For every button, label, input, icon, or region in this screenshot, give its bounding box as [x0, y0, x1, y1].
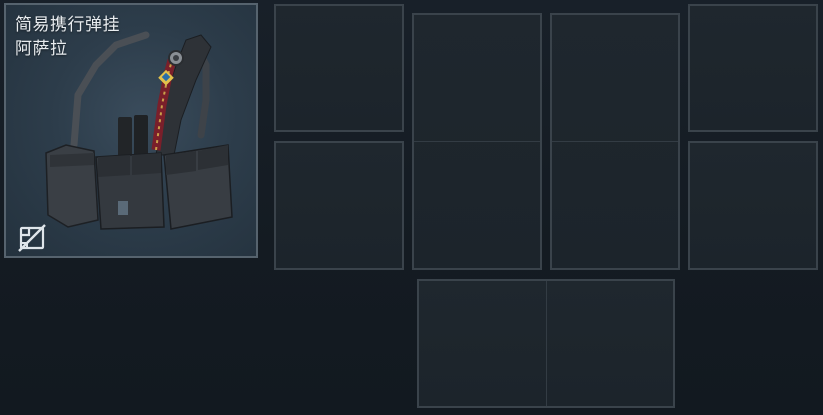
item-name: 简易携行弹挂: [15, 15, 120, 35]
item-title: 简易携行弹挂 阿萨拉: [15, 13, 120, 61]
equipment-slot-7[interactable]: [417, 279, 675, 408]
no-trade-icon: [18, 224, 46, 252]
equipment-slot-5[interactable]: [274, 141, 404, 270]
equipment-slot-3[interactable]: [550, 13, 680, 270]
item-subname: 阿萨拉: [15, 39, 68, 59]
equipment-slot-4[interactable]: [688, 4, 818, 132]
item-preview-card[interactable]: 简易携行弹挂 阿萨拉: [4, 3, 258, 258]
equipment-slot-6[interactable]: [688, 141, 818, 270]
equipment-slot-1[interactable]: [274, 4, 404, 132]
equipment-slot-2[interactable]: [412, 13, 542, 270]
